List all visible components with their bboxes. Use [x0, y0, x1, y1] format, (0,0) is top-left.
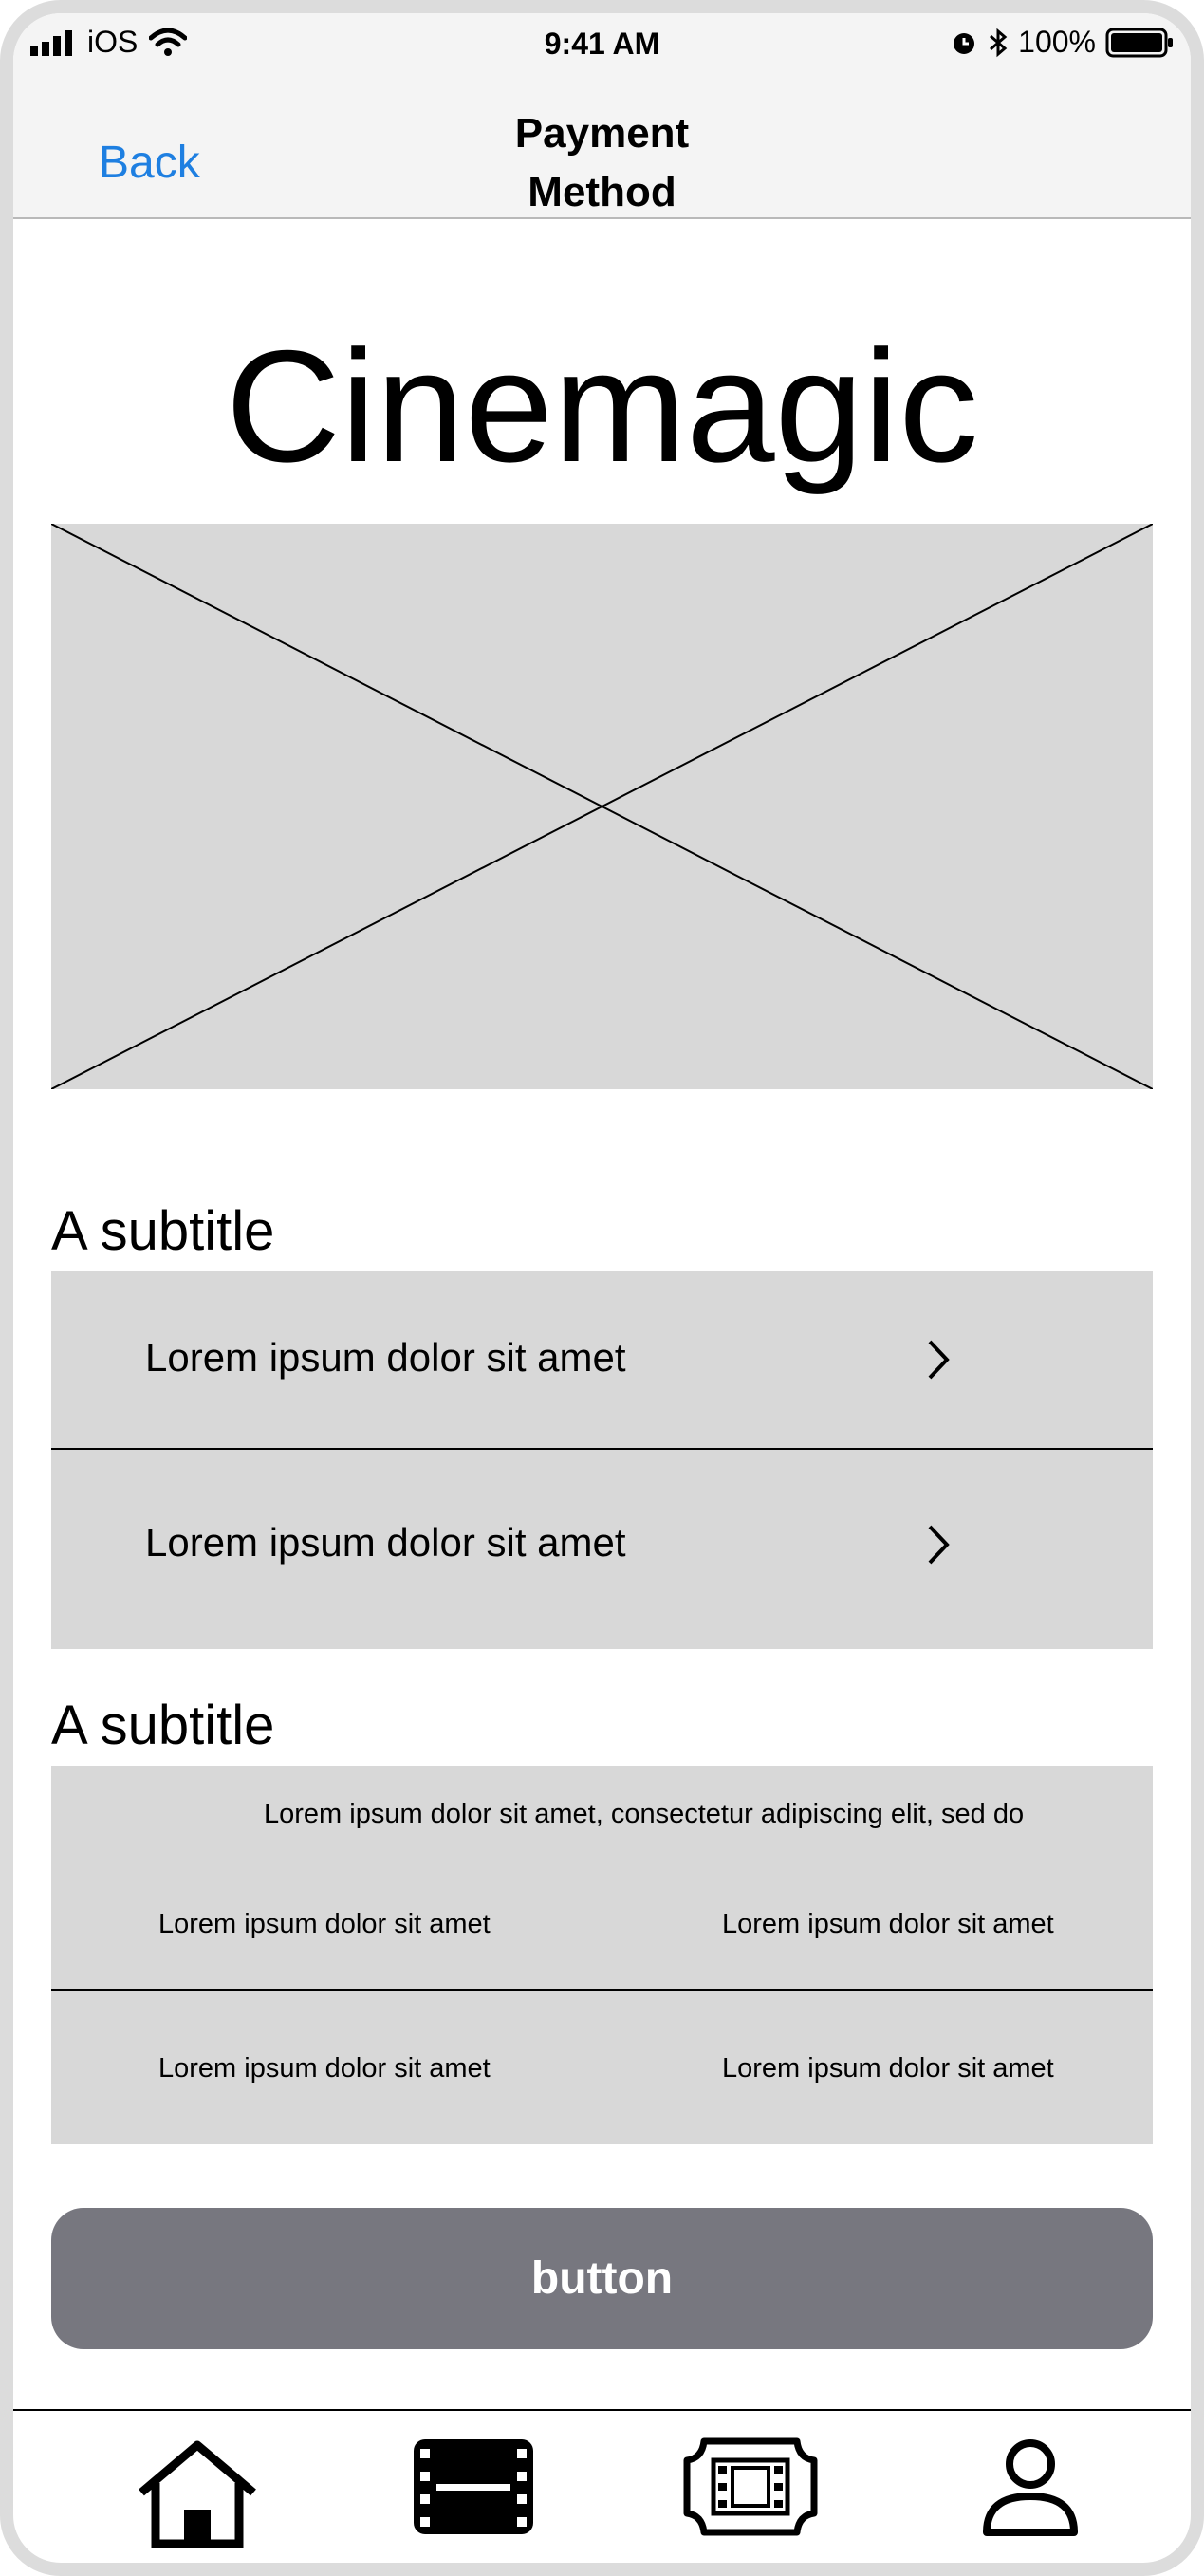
bluetooth-icon [990, 28, 1008, 57]
primary-button[interactable]: button [51, 2208, 1153, 2349]
chevron-right-icon [928, 1340, 950, 1380]
film-strip-icon[interactable] [412, 2437, 535, 2536]
status-right: 100% [950, 25, 1174, 60]
list-item-label: Lorem ipsum dolor sit amet [145, 1335, 626, 1380]
detail-right-text: Lorem ipsum dolor sit amet [722, 2053, 1054, 2084]
brand-title: Cinemagic [225, 317, 979, 495]
profile-icon[interactable] [981, 2437, 1080, 2538]
placeholder-cross [51, 524, 1153, 1089]
detail-block-2: Lorem ipsum dolor sit amet Lorem ipsum d… [51, 1991, 1153, 2144]
list-item-1[interactable]: Lorem ipsum dolor sit amet [51, 1271, 1153, 1449]
page-title-line1: Payment [514, 110, 690, 157]
section1-subtitle: A subtitle [51, 1200, 275, 1262]
battery-percent: 100% [1018, 25, 1096, 59]
battery-icon [1105, 28, 1173, 57]
phone-frame: iOS 9:41 AM 100% Back Payment Method Cin… [0, 0, 1204, 2576]
nav-header: iOS 9:41 AM 100% Back Payment Method [13, 13, 1191, 219]
hero-image-placeholder [51, 524, 1153, 1089]
detail-block-1: Lorem ipsum dolor sit amet, consectetur … [51, 1766, 1153, 1990]
detail-left-text: Lorem ipsum dolor sit amet [158, 2053, 491, 2084]
tab-bar-divider [13, 2409, 1191, 2411]
detail-header-text: Lorem ipsum dolor sit amet, consectetur … [264, 1799, 1025, 1829]
section2-subtitle: A subtitle [51, 1695, 275, 1756]
chevron-right-icon [928, 1525, 950, 1565]
detail-right-text: Lorem ipsum dolor sit amet [722, 1909, 1054, 1939]
ticket-icon[interactable] [683, 2437, 818, 2536]
list-item-2[interactable]: Lorem ipsum dolor sit amet [51, 1450, 1153, 1649]
status-bar: iOS 9:41 AM 100% [13, 13, 1191, 80]
list-item-label: Lorem ipsum dolor sit amet [145, 1520, 626, 1565]
alarm-icon [954, 32, 975, 54]
detail-left-text: Lorem ipsum dolor sit amet [158, 1909, 491, 1939]
home-icon[interactable] [132, 2437, 263, 2551]
page-title-line2: Method [528, 169, 676, 215]
page-title: Payment Method [13, 104, 1191, 222]
